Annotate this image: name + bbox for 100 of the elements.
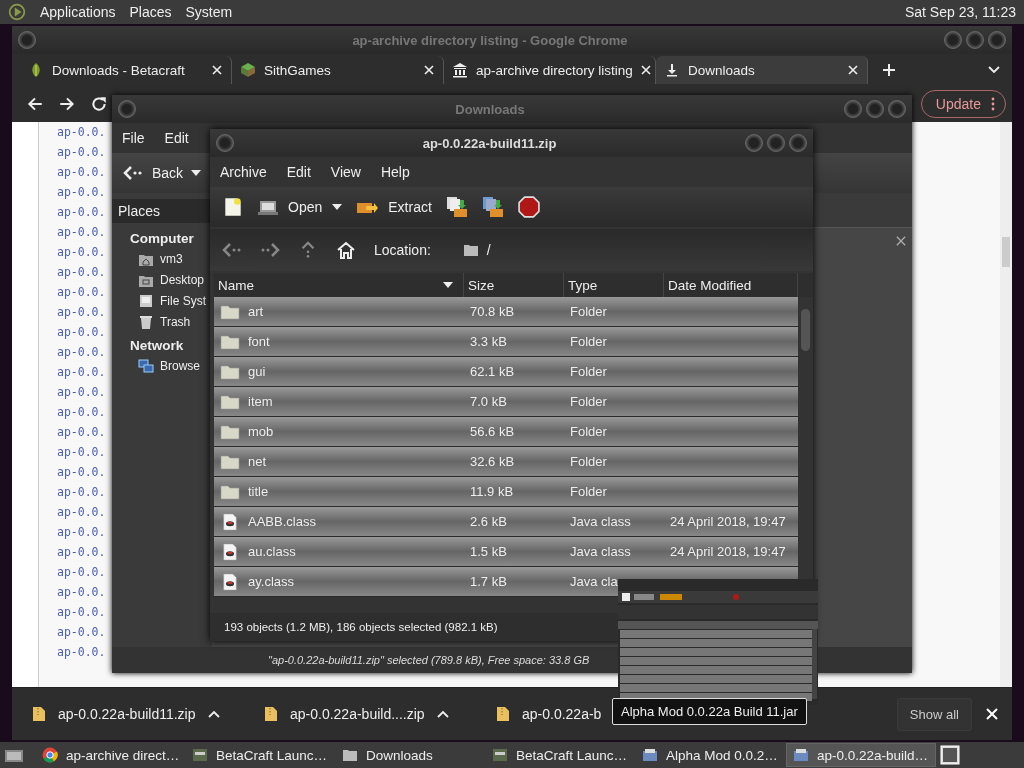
update-button[interactable]: Update — [920, 90, 1006, 118]
file-link[interactable]: ap-0.0. — [57, 482, 106, 502]
new-document-icon[interactable] — [222, 196, 244, 218]
file-link[interactable]: ap-0.0. — [57, 442, 106, 462]
file-link[interactable]: ap-0.0. — [57, 582, 106, 602]
sidebar-item[interactable]: Browse — [160, 359, 200, 373]
stop-icon[interactable] — [517, 196, 540, 218]
file-link[interactable]: ap-0.0. — [57, 282, 106, 302]
file-link[interactable]: ap-0.0. — [57, 502, 106, 522]
file-link[interactable]: ap-0.0. — [57, 182, 106, 202]
file-row[interactable]: gui 62.1 kB Folder — [214, 357, 798, 387]
file-row[interactable]: title 11.9 kB Folder — [214, 477, 798, 507]
reload-icon[interactable] — [90, 95, 108, 113]
download-item[interactable]: ap-0.0.22a-b — [522, 706, 602, 722]
add-files-icon[interactable] — [445, 196, 468, 218]
file-link[interactable]: ap-0.0. — [57, 542, 106, 562]
file-row[interactable]: net 32.6 kB Folder — [214, 447, 798, 477]
file-link[interactable]: ap-0.0. — [57, 402, 106, 422]
logo-icon[interactable] — [8, 3, 26, 21]
file-link[interactable]: ap-0.0. — [57, 242, 106, 262]
show-desktop-icon[interactable] — [4, 747, 24, 763]
taskbar-button[interactable]: Downloads — [336, 743, 486, 767]
file-row[interactable]: mob 56.6 kB Folder — [214, 417, 798, 447]
menu-item[interactable]: Edit — [164, 130, 189, 146]
menu-item[interactable]: File — [122, 130, 145, 146]
window-button-icon[interactable] — [988, 31, 1006, 49]
home-icon[interactable] — [336, 241, 356, 259]
file-row[interactable]: item 7.0 kB Folder — [214, 387, 798, 417]
file-link[interactable]: ap-0.0. — [57, 562, 106, 582]
places-dropdown[interactable]: Places — [112, 199, 212, 223]
window-button-icon[interactable] — [966, 31, 984, 49]
back-button[interactable]: Back — [120, 165, 204, 181]
menu-item[interactable]: View — [330, 164, 361, 180]
file-link[interactable]: ap-0.0. — [57, 422, 106, 442]
window-button-icon[interactable] — [745, 134, 763, 152]
file-link[interactable]: ap-0.0. — [57, 302, 106, 322]
location-field[interactable]: / — [456, 238, 497, 262]
taskbar-button[interactable]: Alpha Mod 0.0.2… — [636, 743, 786, 767]
panel-menu[interactable]: Applications — [40, 4, 116, 20]
caret-down-icon[interactable] — [332, 204, 343, 210]
file-link[interactable]: ap-0.0. — [57, 142, 106, 162]
scrollbar[interactable] — [1000, 122, 1012, 687]
window-button-icon[interactable] — [767, 134, 785, 152]
new-tab-icon[interactable] — [882, 63, 896, 77]
window-button-icon[interactable] — [944, 31, 962, 49]
file-row[interactable]: au.class 1.5 kB Java class 24 April 2018, 19:47 — [214, 537, 798, 567]
file-link[interactable]: ap-0.0. — [57, 222, 106, 242]
browser-tab[interactable]: Downloads - Betacraft — [20, 56, 232, 84]
sidebar-item[interactable]: File Syst — [160, 294, 206, 308]
download-item[interactable]: ap-0.0.22a-build11.zip — [58, 706, 196, 722]
panel-menu[interactable]: System — [185, 4, 233, 20]
file-link[interactable]: ap-0.0. — [57, 642, 106, 662]
browser-tab[interactable]: SithGames — [232, 56, 444, 84]
menu-item[interactable]: Edit — [286, 164, 311, 180]
window-button-icon[interactable] — [866, 100, 884, 118]
java-file-icon — [220, 512, 240, 531]
window-button-icon[interactable] — [118, 100, 136, 118]
file-link[interactable]: ap-0.0. — [57, 622, 106, 642]
menu-item[interactable]: Help — [380, 164, 410, 180]
download-item[interactable]: ap-0.0.22a-build....zip — [290, 706, 425, 722]
file-link[interactable]: ap-0.0. — [57, 162, 106, 182]
window-button-icon[interactable] — [844, 100, 862, 118]
file-link[interactable]: ap-0.0. — [57, 522, 106, 542]
panel-menu[interactable]: Places — [129, 4, 172, 20]
file-link[interactable]: ap-0.0. — [57, 462, 106, 482]
file-link[interactable]: ap-0.0. — [57, 122, 106, 142]
chevron-down-icon[interactable] — [988, 66, 1000, 74]
file-row[interactable]: AABB.class 2.6 kB Java class 24 April 2018, 19:47 — [214, 507, 798, 537]
file-link[interactable]: ap-0.0. — [57, 322, 106, 342]
add-folder-icon[interactable] — [481, 196, 504, 218]
taskbar-button[interactable]: ap-0.0.22a-build… — [786, 743, 936, 767]
file-row[interactable]: font 3.3 kB Folder — [214, 327, 798, 357]
file-row[interactable]: art 70.8 kB Folder — [214, 297, 798, 327]
forward-arrow-icon[interactable] — [58, 95, 76, 113]
file-link[interactable]: ap-0.0. — [57, 362, 106, 382]
caret-up-icon[interactable] — [207, 710, 220, 718]
file-link[interactable]: ap-0.0. — [57, 262, 106, 282]
workspace-icon[interactable] — [940, 745, 960, 765]
window-button-icon[interactable] — [18, 31, 36, 49]
back-arrow-icon[interactable] — [26, 95, 44, 113]
window-button-icon[interactable] — [789, 134, 807, 152]
clock[interactable]: Sat Sep 23, 11:23 — [904, 4, 1016, 20]
open-button[interactable]: Open — [258, 197, 323, 217]
file-link[interactable]: ap-0.0. — [57, 382, 106, 402]
caret-up-icon[interactable] — [436, 710, 449, 718]
taskbar-button[interactable]: ap-archive direct… — [36, 743, 186, 767]
file-link[interactable]: ap-0.0. — [57, 602, 106, 622]
menu-item[interactable]: Archive — [220, 164, 267, 180]
extract-button[interactable]: Extract — [356, 198, 432, 216]
sidebar-item[interactable]: Trash — [160, 315, 191, 329]
window-button-icon[interactable] — [888, 100, 906, 118]
file-link[interactable]: ap-0.0. — [57, 342, 106, 362]
taskbar-button[interactable]: BetaCraft Launc… — [486, 743, 636, 767]
sidebar-item[interactable]: vm3 — [160, 252, 183, 266]
browser-tab[interactable]: Downloads — [656, 56, 868, 84]
file-link[interactable]: ap-0.0. — [57, 202, 106, 222]
window-button-icon[interactable] — [216, 134, 234, 152]
taskbar-button[interactable]: BetaCraft Launc… — [186, 743, 336, 767]
sidebar-item[interactable]: Desktop — [160, 273, 205, 287]
show-all-button[interactable]: Show all — [896, 697, 972, 731]
